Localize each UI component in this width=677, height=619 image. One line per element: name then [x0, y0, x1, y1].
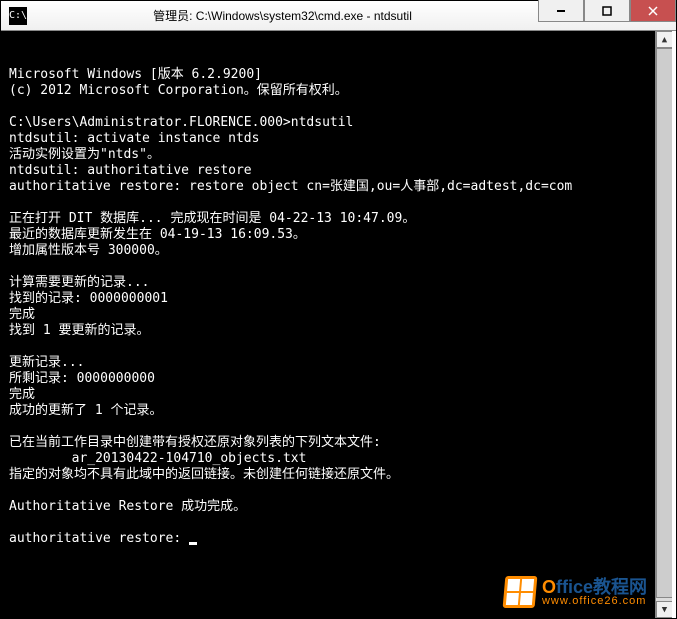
terminal[interactable]: Microsoft Windows [版本 6.2.9200] (c) 2012… [1, 31, 672, 618]
watermark-url: www.office26.com [542, 596, 647, 607]
scroll-down-button[interactable]: ▼ [656, 601, 672, 618]
window-controls [538, 1, 676, 30]
watermark-brand: Office教程网 [542, 578, 647, 596]
watermark-text: Office教程网 www.office26.com [542, 578, 647, 607]
minimize-button[interactable] [538, 0, 584, 22]
scrollbar[interactable]: ▲ ▼ [655, 31, 672, 618]
scroll-up-button[interactable]: ▲ [656, 31, 672, 48]
cmd-icon: C:\ [9, 7, 27, 25]
scroll-thumb[interactable] [656, 48, 672, 598]
watermark: Office教程网 www.office26.com [504, 576, 647, 608]
close-button[interactable] [630, 0, 676, 22]
office-logo-icon [503, 576, 538, 608]
terminal-output: Microsoft Windows [版本 6.2.9200] (c) 2012… [9, 67, 649, 547]
titlebar: C:\ 管理员: C:\Windows\system32\cmd.exe - n… [1, 1, 676, 31]
maximize-button[interactable] [584, 0, 630, 22]
window-title: 管理员: C:\Windows\system32\cmd.exe - ntdsu… [27, 7, 538, 24]
cursor [189, 542, 197, 545]
